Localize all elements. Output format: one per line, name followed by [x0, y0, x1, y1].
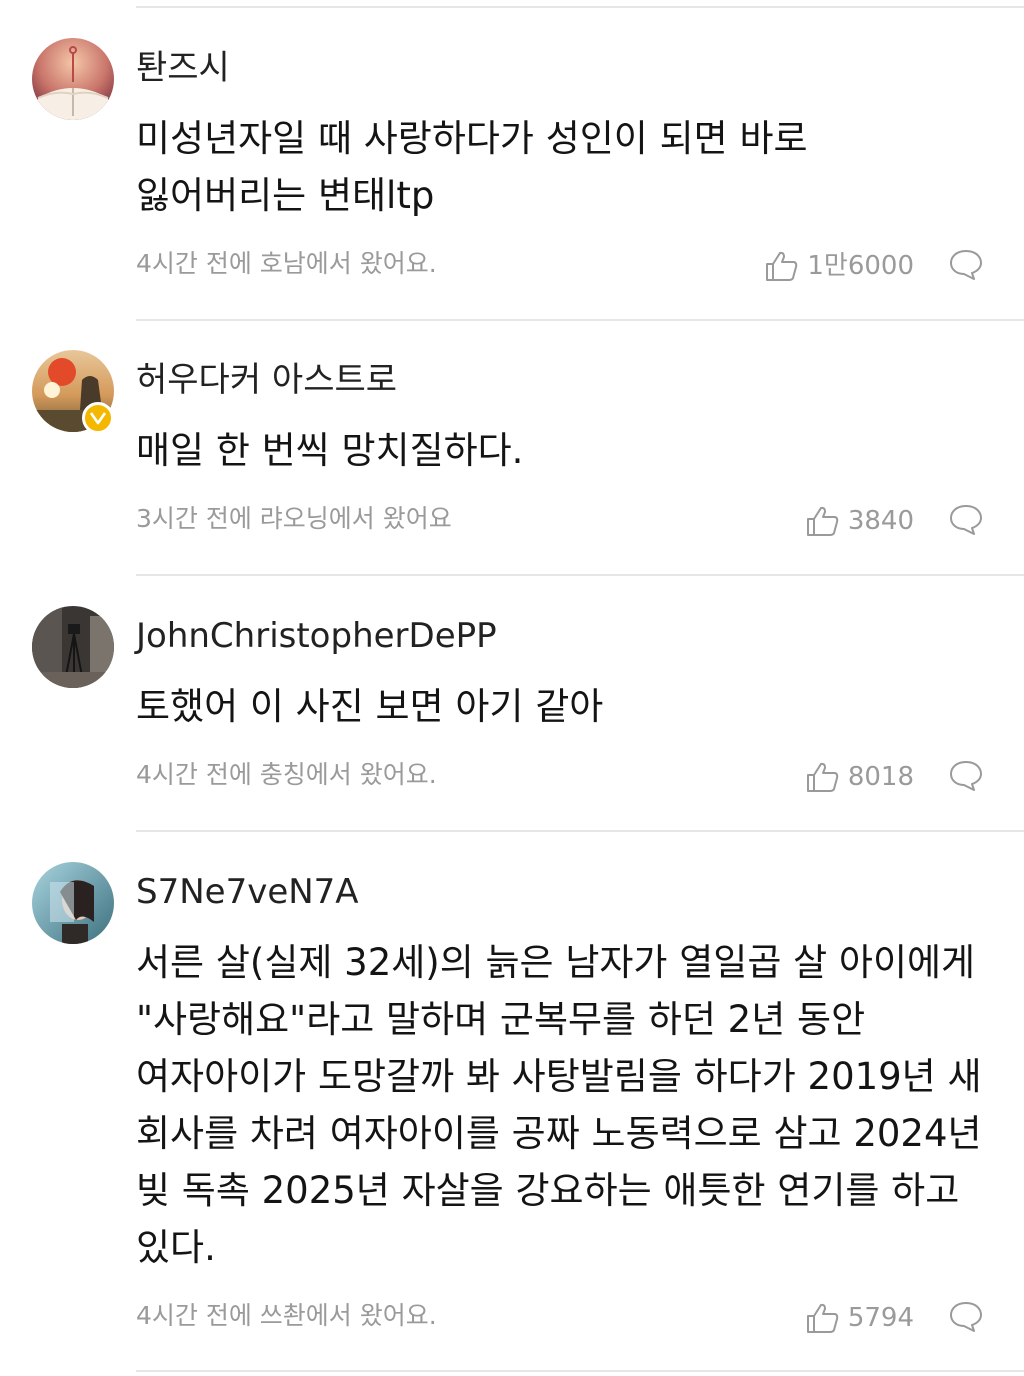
like-button[interactable]: 5794	[806, 1302, 914, 1334]
like-button[interactable]: 3840	[806, 505, 914, 537]
like-count: 3840	[847, 506, 914, 536]
comment-bubble-icon[interactable]	[948, 248, 984, 282]
avatar[interactable]	[32, 38, 114, 120]
comment-bubble-icon[interactable]	[948, 759, 984, 793]
comment-text: 토했어 이 사진 보면 아기 같아	[136, 685, 604, 728]
like-button[interactable]: 1만6000	[765, 250, 914, 282]
like-count: 1만6000	[807, 251, 914, 281]
thumbs-up-icon	[806, 1303, 839, 1333]
verified-icon	[90, 412, 106, 425]
thumbs-up-icon	[806, 506, 839, 536]
divider	[136, 6, 1024, 8]
avatar[interactable]	[32, 606, 114, 688]
comment-meta: 4시간 전에 쓰촨에서 왔어요.	[136, 1301, 437, 1330]
comment-meta: 3시간 전에 랴오닝에서 왔어요	[136, 504, 452, 533]
divider	[136, 830, 1024, 832]
portrait-avatar-image	[32, 862, 114, 944]
username[interactable]: S7Ne7veN7A	[136, 872, 359, 912]
comment-text: 서른 살(실제 32세)의 늙은 남자가 열일곱 살 아이에게 "사랑해요"라고…	[136, 941, 982, 1269]
username[interactable]: 허우다커 아스트로	[136, 360, 397, 400]
divider	[136, 1370, 1024, 1372]
divider	[136, 319, 1024, 321]
comment-bubble-icon[interactable]	[948, 1300, 984, 1334]
comment-bubble-icon[interactable]	[948, 503, 984, 537]
divider	[136, 574, 1024, 576]
like-count: 8018	[847, 762, 914, 792]
avatar[interactable]	[32, 862, 114, 944]
like-count: 5794	[847, 1303, 914, 1333]
thumbs-up-icon	[766, 251, 798, 281]
verified-badge	[82, 402, 114, 434]
comment-meta: 4시간 전에 호남에서 왔어요.	[136, 249, 437, 278]
comment-meta: 4시간 전에 충칭에서 왔어요.	[136, 760, 437, 789]
comment-text: 매일 한 번씩 망치질하다.	[136, 429, 524, 472]
username[interactable]: 퇀즈시	[136, 48, 230, 88]
room-avatar-image	[32, 606, 114, 688]
username[interactable]: JohnChristopherDePP	[136, 616, 497, 656]
thumbs-up-icon	[806, 762, 839, 792]
comment-text: 미성년자일 때 사랑하다가 성인이 되면 바로 잃어버리는 변태ltp	[136, 117, 808, 217]
book-avatar-image	[32, 38, 114, 120]
like-button[interactable]: 8018	[806, 761, 914, 793]
